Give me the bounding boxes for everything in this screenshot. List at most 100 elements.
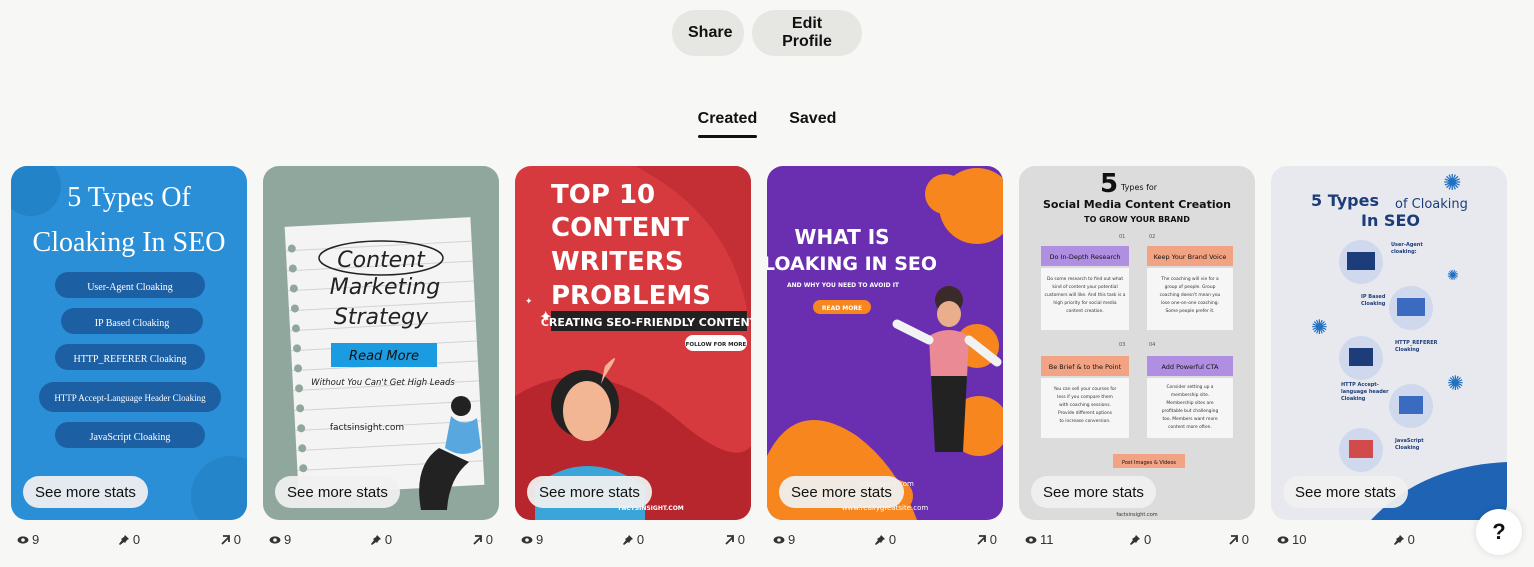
starburst-icon: ✺ bbox=[1311, 317, 1328, 339]
pin-list-item: JavaScript bbox=[1394, 438, 1424, 444]
pin-body-line: group of people. Group bbox=[1165, 284, 1216, 290]
views-stat: 9 bbox=[521, 532, 543, 547]
see-more-stats-button[interactable]: See more stats bbox=[1031, 476, 1156, 508]
pin-heading: Keep Your Brand Voice bbox=[1154, 253, 1227, 261]
pin-subtitle: AND WHY YOU NEED TO AVOID IT bbox=[787, 282, 900, 289]
pin-list-item: Cloaking bbox=[1341, 396, 1366, 402]
pin-stats: 10 0 bbox=[1271, 520, 1507, 547]
pin-body-line: The coaching will vie for a bbox=[1160, 276, 1219, 282]
pin-grid: 5 Types Of Cloaking In SEO User-Agent Cl… bbox=[11, 166, 1507, 547]
pin-read-more: READ MORE bbox=[822, 305, 862, 312]
tab-saved[interactable]: Saved bbox=[789, 110, 836, 138]
pin-number: 04 bbox=[1149, 342, 1155, 348]
pin-item: TOP 10 CONTENT WRITERS PROBLEMS CREATING… bbox=[515, 166, 751, 547]
pin-title: Social Media Content Creation bbox=[1043, 198, 1231, 211]
starburst-icon: ✺ bbox=[1443, 170, 1461, 195]
pin-body-line: membership site. bbox=[1171, 392, 1209, 398]
outbound-stat: 0 bbox=[219, 532, 241, 547]
pin-item: Content Marketing Strategy Read More Wit… bbox=[263, 166, 499, 547]
pin-icon bbox=[1130, 534, 1141, 545]
pin-body-line: with coaching sessions. bbox=[1059, 402, 1111, 408]
pin-card[interactable]: 5 Types of Cloaking In SEO ✺ ✺ ✺ ✺ ✺ bbox=[1271, 166, 1507, 520]
pin-card[interactable]: 5 Types for Social Media Content Creatio… bbox=[1019, 166, 1255, 520]
pin-read-more: Read More bbox=[349, 349, 419, 364]
pin-item: 5 Types of Cloaking In SEO ✺ ✺ ✺ ✺ ✺ bbox=[1271, 166, 1507, 547]
pin-title-line: WRITERS bbox=[551, 247, 684, 277]
views-stat: 10 bbox=[1277, 532, 1306, 547]
see-more-stats-button[interactable]: See more stats bbox=[275, 476, 400, 508]
pin-title-line: Strategy bbox=[334, 305, 429, 330]
pin-list-item: Cloaking bbox=[1395, 347, 1420, 353]
pin-subtitle: Types for bbox=[1120, 183, 1158, 192]
pin-title-line: CLOAKING IN SEO bbox=[767, 253, 937, 275]
saves-stat: 0 bbox=[370, 532, 392, 547]
saves-count: 0 bbox=[636, 532, 645, 547]
see-more-stats-button[interactable]: See more stats bbox=[1283, 476, 1408, 508]
pin-list-item: cloaking: bbox=[1391, 249, 1417, 255]
saves-count: 0 bbox=[132, 532, 141, 547]
saves-count: 0 bbox=[384, 532, 393, 547]
share-button[interactable]: Share bbox=[672, 10, 744, 56]
pin-number: 5 bbox=[1100, 169, 1118, 199]
pin-list-item: HTTP Accept-Language Header Cloaking bbox=[54, 393, 206, 403]
views-stat: 9 bbox=[773, 532, 795, 547]
arrow-up-right-icon bbox=[977, 534, 986, 545]
pin-stats: 9 0 0 bbox=[263, 520, 499, 547]
sparkle-icon: ✦ bbox=[539, 309, 552, 326]
outbound-stat: 0 bbox=[723, 532, 745, 547]
pin-card[interactable]: TOP 10 CONTENT WRITERS PROBLEMS CREATING… bbox=[515, 166, 751, 520]
pin-icon bbox=[1393, 534, 1404, 545]
pin-body-line: coaching doesn't mean you bbox=[1160, 292, 1221, 298]
pin-body-line: less if you compare them bbox=[1057, 394, 1113, 400]
outbound-stat: 0 bbox=[975, 532, 997, 547]
pin-card[interactable]: Content Marketing Strategy Read More Wit… bbox=[263, 166, 499, 520]
eye-icon bbox=[1277, 535, 1289, 544]
arrow-up-right-icon bbox=[725, 534, 734, 545]
saves-count: 0 bbox=[1407, 532, 1415, 547]
pin-icon bbox=[622, 534, 633, 545]
pin-heading: Be Brief & to the Point bbox=[1049, 363, 1122, 371]
pin-list-item: Cloaking bbox=[1395, 445, 1420, 451]
pin-title-line: PROBLEMS bbox=[551, 281, 711, 311]
pin-body-line: content creation. bbox=[1066, 308, 1104, 314]
saves-stat: 0 bbox=[622, 532, 644, 547]
arrow-up-right-icon bbox=[473, 534, 482, 545]
pin-image-cloaking-types-2: 5 Types of Cloaking In SEO ✺ ✺ ✺ ✺ ✺ bbox=[1271, 166, 1507, 520]
outbound-count: 0 bbox=[485, 532, 493, 547]
outbound-count: 0 bbox=[989, 532, 997, 547]
pin-list-item: language header bbox=[1341, 389, 1389, 395]
pin-number: 03 bbox=[1119, 342, 1125, 348]
pin-stats: 9 0 0 bbox=[767, 520, 1003, 547]
pin-number: 01 bbox=[1119, 234, 1125, 240]
pin-body-line: too. Members want more bbox=[1162, 416, 1217, 422]
see-more-stats-button[interactable]: See more stats bbox=[779, 476, 904, 508]
edit-profile-button[interactable]: Edit Profile bbox=[752, 10, 862, 56]
views-count: 10 bbox=[1292, 532, 1307, 547]
pin-image-what-is-cloaking: WHAT IS CLOAKING IN SEO AND WHY YOU NEED… bbox=[767, 166, 1003, 520]
pin-list-item: IP Based bbox=[1361, 294, 1386, 300]
pin-follow: FOLLOW FOR MORE bbox=[686, 342, 747, 348]
see-more-stats-button[interactable]: See more stats bbox=[527, 476, 652, 508]
saves-count: 0 bbox=[1144, 532, 1152, 547]
tab-created[interactable]: Created bbox=[697, 110, 757, 138]
eye-icon bbox=[269, 535, 281, 544]
views-count: 9 bbox=[536, 532, 544, 547]
pin-card[interactable]: WHAT IS CLOAKING IN SEO AND WHY YOU NEED… bbox=[767, 166, 1003, 520]
pin-list-item: HTTP_REFERER Cloaking bbox=[73, 354, 186, 365]
views-stat: 11 bbox=[1025, 532, 1054, 547]
saves-count: 0 bbox=[888, 532, 897, 547]
see-more-stats-button[interactable]: See more stats bbox=[23, 476, 148, 508]
outbound-stat: 0 bbox=[471, 532, 493, 547]
outbound-stat: 0 bbox=[1227, 532, 1249, 547]
pin-card[interactable]: 5 Types Of Cloaking In SEO User-Agent Cl… bbox=[11, 166, 247, 520]
pin-body-line: Some people prefer it. bbox=[1165, 308, 1214, 314]
views-count: 9 bbox=[284, 532, 292, 547]
pin-body-line: Do some research to find out what bbox=[1047, 276, 1123, 282]
pin-title-line: In SEO bbox=[1361, 211, 1420, 230]
help-button[interactable]: ? bbox=[1476, 509, 1522, 555]
pin-list-item: User-Agent Cloaking bbox=[87, 282, 173, 293]
pin-body-line: to increase conversion. bbox=[1059, 418, 1110, 424]
pin-body-line: profitable but challenging bbox=[1162, 408, 1219, 414]
profile-actions: Share Edit Profile bbox=[0, 10, 1534, 56]
pin-site: factsinsight.com bbox=[1116, 512, 1157, 518]
